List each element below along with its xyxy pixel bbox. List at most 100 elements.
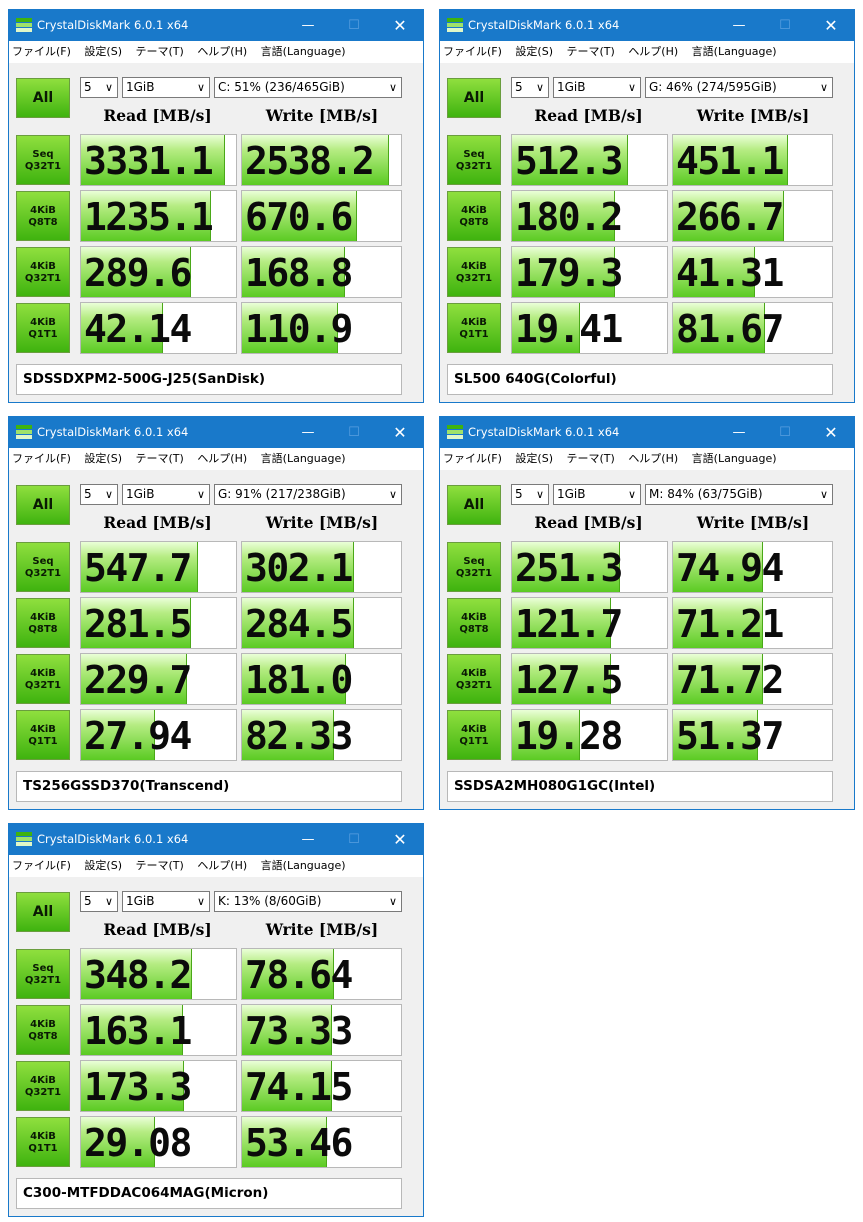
- run-all-button[interactable]: All: [16, 892, 70, 932]
- test-label-line2: Q8T8: [28, 217, 58, 228]
- menu-theme[interactable]: テーマ(T): [136, 859, 184, 872]
- test-1-button[interactable]: Seq Q32T1: [16, 135, 70, 185]
- drive-select[interactable]: G: 91% (217/238GiB) ∨: [214, 484, 402, 505]
- menu-file[interactable]: ファイル(F): [12, 452, 71, 465]
- test-2-button[interactable]: 4KiB Q8T8: [16, 598, 70, 648]
- crystaldiskmark-window: CrystalDiskMark 6.0.1 x64 — ☐ ✕ ファイル(F) …: [8, 823, 424, 1217]
- maximize-icon[interactable]: ☐: [331, 417, 377, 448]
- minimize-icon[interactable]: —: [716, 10, 762, 41]
- test-3-button[interactable]: 4KiB Q32T1: [447, 247, 501, 297]
- menu-file[interactable]: ファイル(F): [443, 452, 502, 465]
- minimize-icon[interactable]: —: [716, 417, 762, 448]
- test-3-button[interactable]: 4KiB Q32T1: [16, 654, 70, 704]
- run-all-button[interactable]: All: [16, 485, 70, 525]
- chevron-down-icon: ∨: [388, 895, 397, 908]
- test-2-button[interactable]: 4KiB Q8T8: [447, 598, 501, 648]
- test-count-select[interactable]: 5 ∨: [80, 484, 118, 505]
- test-1-button[interactable]: Seq Q32T1: [447, 542, 501, 592]
- test-4-button[interactable]: 4KiB Q1T1: [447, 710, 501, 760]
- title-bar[interactable]: CrystalDiskMark 6.0.1 x64 — ☐ ✕: [9, 824, 423, 855]
- maximize-icon[interactable]: ☐: [762, 10, 808, 41]
- close-icon[interactable]: ✕: [377, 417, 423, 448]
- test-size-value: 1GiB: [126, 80, 155, 94]
- menu-theme[interactable]: テーマ(T): [136, 452, 184, 465]
- menu-language[interactable]: 言語(Language): [261, 859, 346, 872]
- menu-theme[interactable]: テーマ(T): [567, 452, 615, 465]
- menu-file[interactable]: ファイル(F): [12, 45, 71, 58]
- test-label-line2: Q8T8: [28, 1031, 58, 1042]
- test-2-button[interactable]: 4KiB Q8T8: [16, 1005, 70, 1055]
- menu-settings[interactable]: 設定(S): [84, 452, 122, 465]
- maximize-icon[interactable]: ☐: [762, 417, 808, 448]
- drive-select[interactable]: M: 84% (63/75GiB) ∨: [645, 484, 833, 505]
- menu-help[interactable]: ヘルプ(H): [197, 859, 247, 872]
- title-bar[interactable]: CrystalDiskMark 6.0.1 x64 — ☐ ✕: [9, 10, 423, 41]
- test-4-button[interactable]: 4KiB Q1T1: [16, 710, 70, 760]
- menu-help[interactable]: ヘルプ(H): [197, 45, 247, 58]
- device-name-field[interactable]: C300-MTFDDAC064MAG(Micron): [16, 1178, 402, 1209]
- maximize-icon[interactable]: ☐: [331, 824, 377, 855]
- test-4-button[interactable]: 4KiB Q1T1: [16, 1117, 70, 1167]
- test-3-button[interactable]: 4KiB Q32T1: [16, 1061, 70, 1111]
- menu-settings[interactable]: 設定(S): [84, 45, 122, 58]
- test-2-button[interactable]: 4KiB Q8T8: [16, 191, 70, 241]
- menu-language[interactable]: 言語(Language): [261, 452, 346, 465]
- menu-file[interactable]: ファイル(F): [12, 859, 71, 872]
- drive-select[interactable]: K: 13% (8/60GiB) ∨: [214, 891, 402, 912]
- device-name-field[interactable]: TS256GSSD370(Transcend): [16, 771, 402, 802]
- test-4-button[interactable]: 4KiB Q1T1: [16, 303, 70, 353]
- test-3-button[interactable]: 4KiB Q32T1: [16, 247, 70, 297]
- close-icon[interactable]: ✕: [808, 417, 854, 448]
- menu-settings[interactable]: 設定(S): [515, 452, 553, 465]
- device-name-field[interactable]: SL500 640G(Colorful): [447, 364, 833, 395]
- chevron-down-icon: ∨: [104, 488, 113, 501]
- minimize-icon[interactable]: —: [285, 417, 331, 448]
- drive-select[interactable]: G: 46% (274/595GiB) ∨: [645, 77, 833, 98]
- menu-settings[interactable]: 設定(S): [84, 859, 122, 872]
- test-size-select[interactable]: 1GiB ∨: [553, 77, 641, 98]
- test-size-select[interactable]: 1GiB ∨: [553, 484, 641, 505]
- menu-language[interactable]: 言語(Language): [692, 452, 777, 465]
- minimize-icon[interactable]: —: [285, 10, 331, 41]
- test-count-select[interactable]: 5 ∨: [80, 891, 118, 912]
- menu-help[interactable]: ヘルプ(H): [197, 452, 247, 465]
- menu-language[interactable]: 言語(Language): [692, 45, 777, 58]
- test-label-line1: 4KiB: [461, 612, 487, 623]
- menu-theme[interactable]: テーマ(T): [136, 45, 184, 58]
- test-3-button[interactable]: 4KiB Q32T1: [447, 654, 501, 704]
- window-title: CrystalDiskMark 6.0.1 x64: [468, 425, 620, 439]
- read-result-cell: 27.94: [80, 709, 237, 761]
- close-icon[interactable]: ✕: [377, 10, 423, 41]
- close-icon[interactable]: ✕: [377, 824, 423, 855]
- title-bar[interactable]: CrystalDiskMark 6.0.1 x64 — ☐ ✕: [440, 417, 854, 448]
- test-2-button[interactable]: 4KiB Q8T8: [447, 191, 501, 241]
- close-icon[interactable]: ✕: [808, 10, 854, 41]
- menu-language[interactable]: 言語(Language): [261, 45, 346, 58]
- test-label-line2: Q1T1: [459, 329, 489, 340]
- test-size-select[interactable]: 1GiB ∨: [122, 484, 210, 505]
- test-4-button[interactable]: 4KiB Q1T1: [447, 303, 501, 353]
- menu-help[interactable]: ヘルプ(H): [628, 45, 678, 58]
- drive-select[interactable]: C: 51% (236/465GiB) ∨: [214, 77, 402, 98]
- test-count-select[interactable]: 5 ∨: [511, 77, 549, 98]
- menu-theme[interactable]: テーマ(T): [567, 45, 615, 58]
- title-bar[interactable]: CrystalDiskMark 6.0.1 x64 — ☐ ✕: [440, 10, 854, 41]
- test-1-button[interactable]: Seq Q32T1: [16, 949, 70, 999]
- device-name-field[interactable]: SDSSDXPM2-500G-J25(SanDisk): [16, 364, 402, 395]
- menu-file[interactable]: ファイル(F): [443, 45, 502, 58]
- test-size-select[interactable]: 1GiB ∨: [122, 77, 210, 98]
- menu-settings[interactable]: 設定(S): [515, 45, 553, 58]
- minimize-icon[interactable]: —: [285, 824, 331, 855]
- test-1-button[interactable]: Seq Q32T1: [447, 135, 501, 185]
- title-bar[interactable]: CrystalDiskMark 6.0.1 x64 — ☐ ✕: [9, 417, 423, 448]
- menu-help[interactable]: ヘルプ(H): [628, 452, 678, 465]
- test-1-button[interactable]: Seq Q32T1: [16, 542, 70, 592]
- maximize-icon[interactable]: ☐: [331, 10, 377, 41]
- run-all-button[interactable]: All: [447, 78, 501, 118]
- run-all-button[interactable]: All: [16, 78, 70, 118]
- run-all-button[interactable]: All: [447, 485, 501, 525]
- device-name-field[interactable]: SSDSA2MH080G1GC(Intel): [447, 771, 833, 802]
- test-size-select[interactable]: 1GiB ∨: [122, 891, 210, 912]
- test-count-select[interactable]: 5 ∨: [80, 77, 118, 98]
- test-count-select[interactable]: 5 ∨: [511, 484, 549, 505]
